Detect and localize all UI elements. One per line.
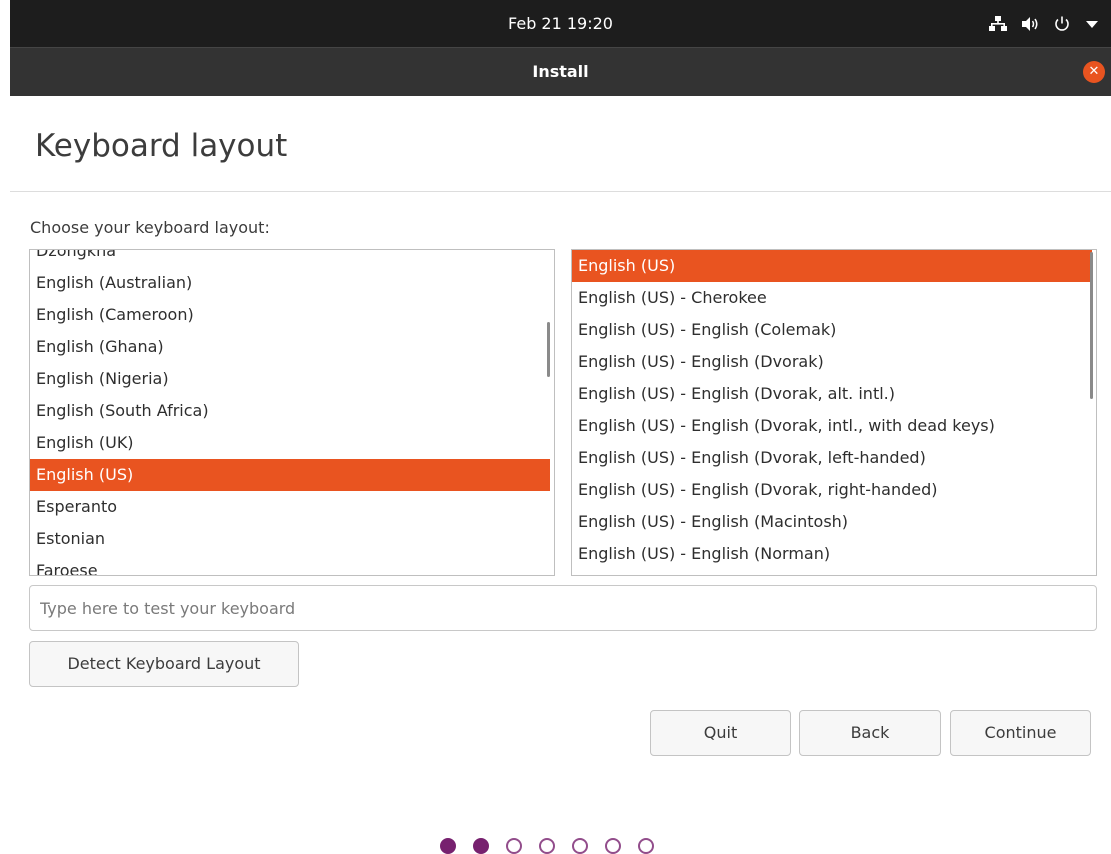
window-title: Install xyxy=(532,62,589,81)
progress-dot xyxy=(473,838,489,854)
volume-icon[interactable] xyxy=(1021,16,1039,32)
layout-list-item[interactable]: English (Nigeria) xyxy=(30,363,554,395)
system-tray[interactable] xyxy=(989,0,1099,47)
variant-list-item[interactable]: English (US) - English (Dvorak, right-ha… xyxy=(572,474,1096,506)
divider xyxy=(10,191,1111,192)
layout-list-item[interactable]: Esperanto xyxy=(30,491,554,523)
layout-list[interactable]: Dzongkha English (Australian) English (Cam… xyxy=(29,249,555,576)
variant-list-item[interactable]: English (US) - English (Dvorak, alt. int… xyxy=(572,378,1096,410)
progress-dot xyxy=(539,838,555,854)
top-bar: Feb 21 19:20 xyxy=(10,0,1111,47)
variant-list-item[interactable]: English (US) - English (Norman) xyxy=(572,538,1096,570)
quit-button[interactable]: Quit xyxy=(650,710,791,756)
back-button[interactable]: Back xyxy=(799,710,941,756)
layout-list-item[interactable]: English (Ghana) xyxy=(30,331,554,363)
layout-list-item[interactable]: Faroese xyxy=(30,555,554,575)
variant-list-item[interactable]: English (US) - English (Colemak) xyxy=(572,314,1096,346)
layout-list-item[interactable]: English (South Africa) xyxy=(30,395,554,427)
detect-keyboard-layout-button[interactable]: Detect Keyboard Layout xyxy=(29,641,299,687)
layout-list-item[interactable]: English (Cameroon) xyxy=(30,299,554,331)
variant-list-item[interactable]: English (US) xyxy=(572,250,1092,282)
progress-dot xyxy=(572,838,588,854)
progress-dot xyxy=(638,838,654,854)
variant-list-scrollbar[interactable] xyxy=(1090,252,1093,399)
variant-list[interactable]: English (US) English (US) - Cherokee Engli… xyxy=(571,249,1097,576)
layout-list-rows: Dzongkha English (Australian) English (Cam… xyxy=(30,250,554,575)
variant-list-item[interactable]: English (US) - English (Macintosh) xyxy=(572,506,1096,538)
window-titlebar: Install ✕ xyxy=(10,47,1111,96)
installer-content: Keyboard layout Choose your keyboard lay… xyxy=(10,96,1111,854)
close-icon[interactable]: ✕ xyxy=(1083,61,1105,83)
layout-list-item[interactable]: English (UK) xyxy=(30,427,554,459)
network-icon[interactable] xyxy=(989,15,1007,32)
variant-list-item[interactable]: English (US) - English (Dvorak, left-han… xyxy=(572,442,1096,474)
layout-prompt-label: Choose your keyboard layout: xyxy=(30,218,270,237)
layout-list-item[interactable]: Dzongkha xyxy=(30,250,554,267)
keyboard-test-input[interactable] xyxy=(29,585,1097,631)
progress-dots xyxy=(440,838,654,854)
clock[interactable]: Feb 21 19:20 xyxy=(10,0,1111,47)
variant-list-item[interactable]: English (US) - Cherokee xyxy=(572,282,1096,314)
power-icon[interactable] xyxy=(1053,15,1071,33)
layout-list-scrollbar[interactable] xyxy=(547,322,550,377)
page-title: Keyboard layout xyxy=(35,128,288,164)
menu-arrow-icon[interactable] xyxy=(1085,19,1099,29)
layout-list-item[interactable]: Estonian xyxy=(30,523,554,555)
progress-dot xyxy=(440,838,456,854)
layout-list-item[interactable]: English (US) xyxy=(30,459,550,491)
layout-list-item[interactable]: English (Australian) xyxy=(30,267,554,299)
variant-list-item[interactable]: English (US) - English (Dvorak, intl., w… xyxy=(572,410,1096,442)
progress-dot xyxy=(506,838,522,854)
variant-list-item[interactable]: English (US) - English (Dvorak) xyxy=(572,346,1096,378)
progress-dot xyxy=(605,838,621,854)
continue-button[interactable]: Continue xyxy=(950,710,1091,756)
variant-list-rows: English (US) English (US) - Cherokee Engli… xyxy=(572,250,1096,570)
